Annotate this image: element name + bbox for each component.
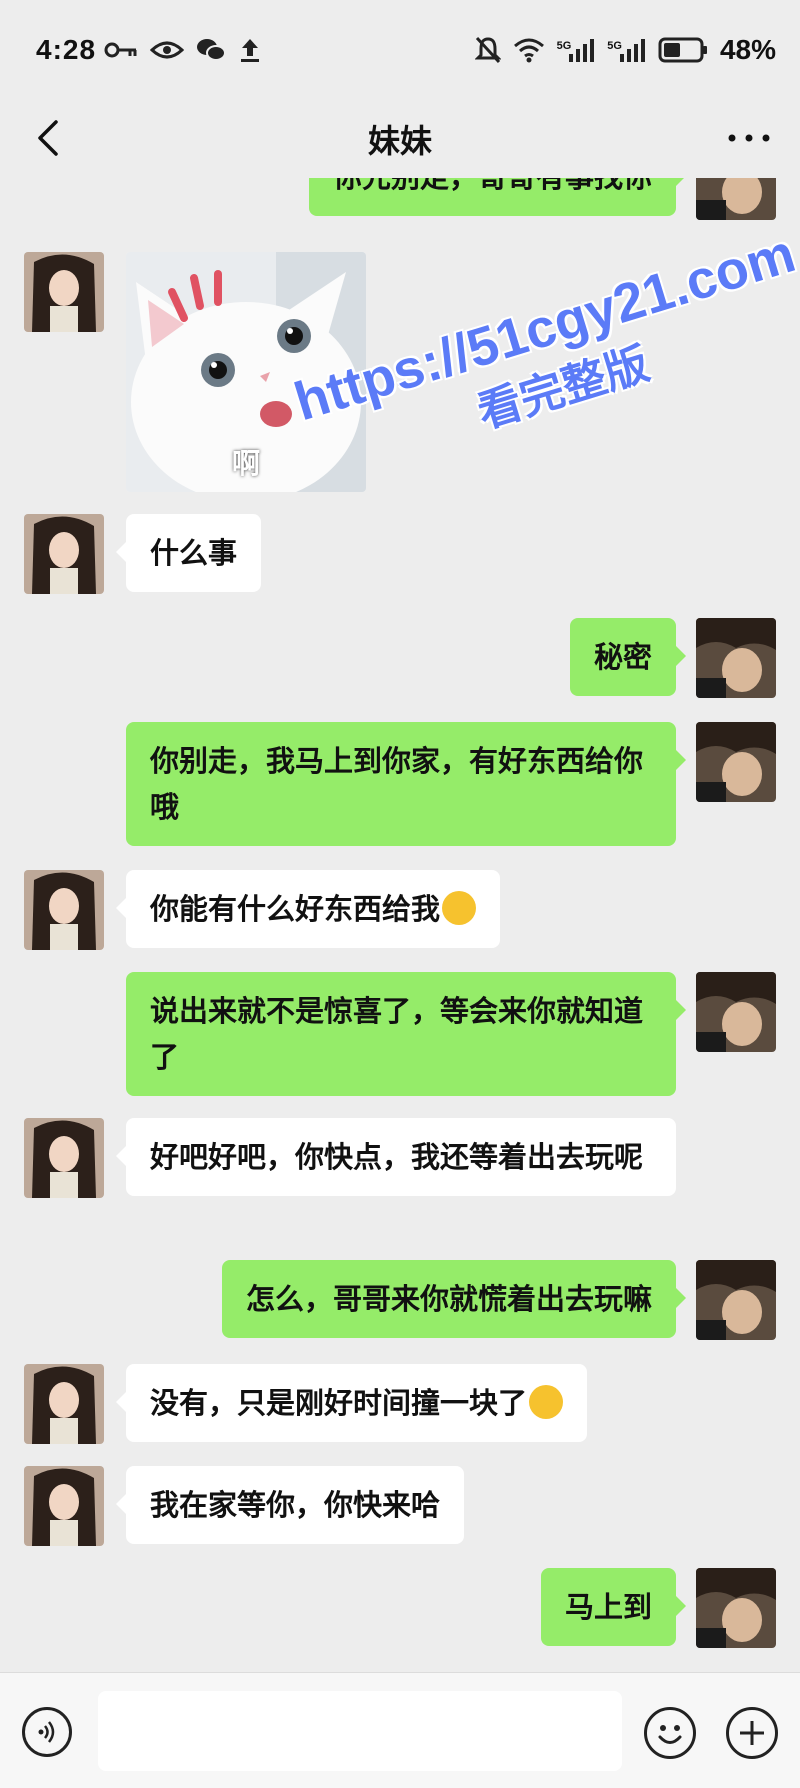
message-row: 马上到 — [0, 1568, 800, 1648]
avatar-other[interactable] — [24, 1466, 104, 1546]
network-tag-2: 5G — [607, 40, 622, 52]
key-icon — [104, 42, 137, 58]
avatar-self[interactable] — [696, 178, 776, 220]
message-bubble-other[interactable]: 好吧好吧，你快点，我还等着出去玩呢 — [116, 1118, 676, 1196]
avatar-other-image — [24, 1364, 104, 1444]
status-bar: 4:28 5G 5G 48% — [0, 0, 800, 100]
avatar-self-image — [696, 1260, 776, 1340]
message-row: 你别走，我马上到你家，有好东西给你哦 — [0, 722, 800, 846]
wechat-icon — [197, 39, 226, 61]
avatar-other[interactable] — [24, 1364, 104, 1444]
message-bubble-self[interactable]: 马上到 — [540, 1568, 687, 1646]
more-functions-button[interactable] — [726, 1707, 778, 1759]
emoji-button[interactable] — [644, 1707, 696, 1759]
mute-icon — [474, 36, 501, 64]
network-tag-1: 5G — [556, 40, 572, 52]
input-bar — [0, 1672, 800, 1788]
message-row: 秘密 — [0, 618, 800, 698]
message-row: 没有，只是刚好时间撞一块了 — [0, 1364, 800, 1444]
signal-1: 5G — [557, 38, 596, 62]
signal-bars-icon — [569, 39, 595, 62]
smiley-icon — [658, 1725, 682, 1744]
more-button[interactable] — [722, 120, 776, 156]
message-row: 好吧好吧，你快点，我还等着出去玩呢 — [0, 1118, 800, 1242]
hand-over-mouth-emoji-icon — [442, 891, 477, 925]
avatar-self[interactable] — [696, 618, 776, 698]
message-bubble-other[interactable]: 我在家等你，你快来哈 — [115, 1466, 465, 1544]
message-row: 我在家等你，你快来哈 — [0, 1466, 800, 1546]
message-row: 你能有什么好东西给我 — [0, 870, 800, 950]
avatar-self[interactable] — [696, 1568, 776, 1648]
eye-icon — [150, 41, 184, 59]
message-row: 你先别走，哥哥有事找你 — [0, 178, 800, 220]
upload-icon — [241, 39, 259, 62]
voice-button[interactable] — [22, 1707, 72, 1757]
avatar-other[interactable] — [24, 252, 104, 332]
avatar-other[interactable] — [24, 870, 104, 950]
message-row: 什么事 — [0, 514, 800, 594]
avatar-self-image — [696, 722, 776, 802]
crying-laughing-emoji-icon — [529, 1385, 564, 1419]
avatar-self-image — [696, 618, 776, 698]
avatar-other-image — [24, 870, 104, 950]
avatar-self-image — [696, 178, 776, 220]
message-text: 你能有什么好东西给我 — [150, 892, 441, 926]
avatar-other[interactable] — [24, 1118, 104, 1198]
message-row: 说出来就不是惊喜了，等会来你就知道了 — [0, 972, 800, 1096]
avatar-self[interactable] — [696, 1260, 776, 1340]
message-input[interactable] — [98, 1691, 622, 1771]
message-text: 没有，只是刚好时间撞一块了 — [150, 1386, 528, 1420]
message-bubble-self[interactable]: 你别走，我马上到你家，有好东西给你哦 — [126, 722, 686, 846]
avatar-self[interactable] — [696, 972, 776, 1052]
avatar-self[interactable] — [696, 722, 776, 802]
avatar-other-image — [24, 514, 104, 594]
message-bubble-other[interactable]: 什么事 — [115, 514, 262, 592]
message-bubble-other[interactable]: 没有，只是刚好时间撞一块了 — [115, 1364, 588, 1442]
message-row: 怎么，哥哥来你就慌着出去玩嘛 — [0, 1260, 800, 1340]
avatar-self-image — [696, 1568, 776, 1648]
avatar-other-image — [24, 1118, 104, 1198]
avatar-other-image — [24, 252, 104, 332]
avatar-other-image — [24, 1466, 104, 1546]
message-bubble-other[interactable]: 你能有什么好东西给我 — [115, 870, 501, 948]
chat-title: 妹妹 — [367, 122, 432, 160]
status-time: 4:28 — [36, 34, 97, 65]
message-bubble-self[interactable]: 秘密 — [569, 618, 687, 696]
battery-icon — [658, 37, 707, 63]
message-bubble-self[interactable]: 怎么，哥哥来你就慌着出去玩嘛 — [221, 1260, 687, 1338]
plus-icon — [740, 1721, 764, 1745]
more-dots-icon — [728, 134, 770, 142]
message-bubble-self[interactable]: 你先别走，哥哥有事找你 — [308, 178, 687, 216]
avatar-other[interactable] — [24, 514, 104, 594]
signal-2: 5G — [607, 38, 646, 62]
message-bubble-self[interactable]: 说出来就不是惊喜了，等会来你就知道了 — [126, 972, 686, 1096]
signal-bars-icon — [619, 39, 645, 62]
battery-percent: 48% — [719, 34, 776, 65]
title-bar: 妹妹 — [0, 100, 800, 178]
wifi-icon — [513, 38, 544, 63]
status-left-icons — [104, 36, 262, 64]
voice-icon — [38, 1721, 55, 1743]
avatar-self-image — [696, 972, 776, 1052]
status-right-icons: 5G 5G 48% — [474, 34, 776, 66]
